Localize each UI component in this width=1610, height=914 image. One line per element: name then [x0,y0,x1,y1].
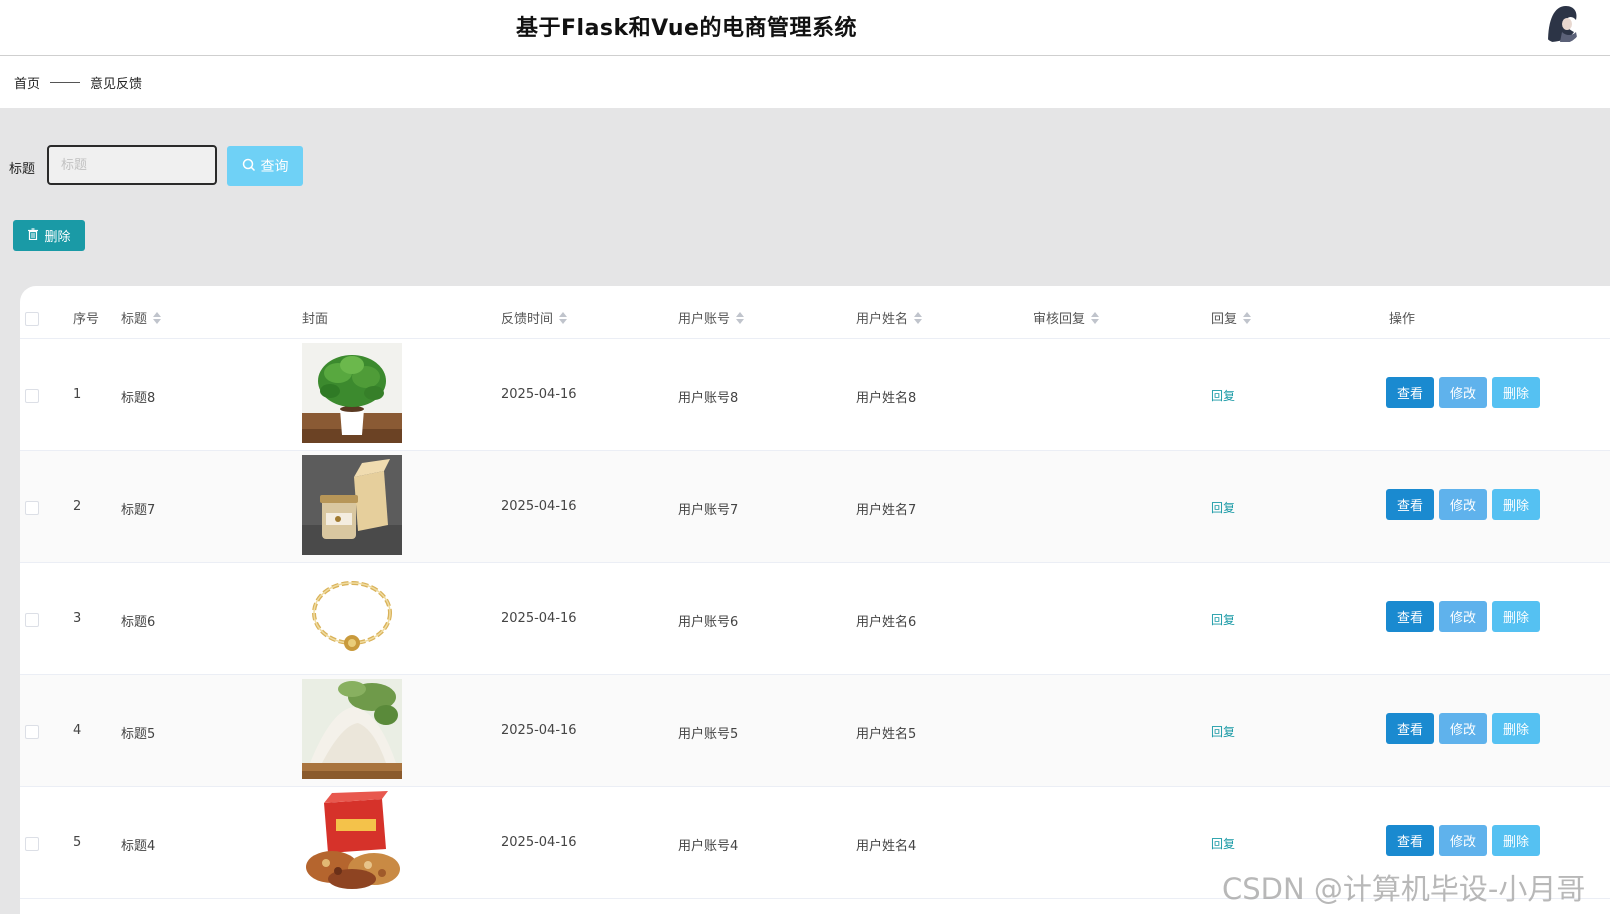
row-time: 2025-04-16 [501,835,577,850]
row-account: 用户账号5 [678,727,739,742]
top-bar: 基于Flask和Vue的电商管理系统 [0,0,1610,56]
delete-button[interactable]: 删除 [1492,601,1540,632]
column-header-index: 序号 [73,312,100,327]
edit-button[interactable]: 修改 [1439,713,1487,744]
row-checkbox[interactable] [25,725,39,739]
batch-delete-label: 删除 [44,230,71,245]
watermark-text: CSDN @计算机毕设-小月哥 [1222,872,1586,906]
table-row: 4 标题5 2025-04-16 用户账号5 用户姓名5 回复 查看 修改 删除 [20,675,1610,787]
row-index: 1 [73,387,82,402]
table-row: 1 标题8 2025-04-16 用户账号8 用户姓名8 回复 查看 修改 删除 [20,339,1610,451]
edit-button[interactable]: 修改 [1439,489,1487,520]
row-checkbox[interactable] [25,837,39,851]
row-time: 2025-04-16 [501,499,577,514]
search-label: 标题 [9,162,36,177]
batch-delete-button[interactable]: 删除 [13,220,85,251]
delete-button[interactable]: 删除 [1492,713,1540,744]
sort-icon[interactable] [153,311,162,324]
sort-icon[interactable] [559,311,568,324]
breadcrumb-current: 意见反馈 [90,76,143,92]
row-title: 标题7 [121,503,156,518]
row-time: 2025-04-16 [501,723,577,738]
table-row: 2 标题7 2025-04-16 用户账号7 用户姓名7 回复 查看 修改 删除 [20,451,1610,563]
app-title: 基于Flask和Vue的电商管理系统 [516,16,857,41]
row-checkbox[interactable] [25,389,39,403]
sort-icon[interactable] [736,311,745,324]
row-checkbox[interactable] [25,501,39,515]
row-name: 用户姓名8 [856,391,917,406]
breadcrumb-home[interactable]: 首页 [14,73,40,92]
column-header-audit-reply[interactable]: 审核回复 [1033,308,1100,327]
search-icon [242,158,256,175]
row-index: 2 [73,499,82,514]
edit-button[interactable]: 修改 [1439,825,1487,856]
view-button[interactable]: 查看 [1386,601,1434,632]
breadcrumb-separator [50,81,81,83]
sort-icon[interactable] [914,311,923,324]
row-checkbox[interactable] [25,613,39,627]
select-all-checkbox[interactable] [25,312,39,326]
row-account: 用户账号8 [678,391,739,406]
row-name: 用户姓名5 [856,727,917,742]
reply-link[interactable]: 回复 [1211,723,1235,740]
row-time: 2025-04-16 [501,611,577,626]
breadcrumb: 首页 意见反馈 [0,56,1610,108]
table-row: 3 标题6 2025-04-16 用户账号6 用户姓名6 回复 查看 修改 删除 [20,563,1610,675]
column-header-cover: 封面 [302,312,329,327]
delete-button[interactable]: 删除 [1492,377,1540,408]
column-header-actions: 操作 [1389,312,1416,327]
user-avatar-icon[interactable] [1540,2,1582,44]
column-header-account[interactable]: 用户账号 [678,308,745,327]
row-index: 4 [73,723,82,738]
query-button[interactable]: 查询 [227,146,303,186]
row-time: 2025-04-16 [501,387,577,402]
sort-icon[interactable] [1243,311,1252,324]
row-title: 标题6 [121,615,156,630]
view-button[interactable]: 查看 [1386,713,1434,744]
row-account: 用户账号4 [678,839,739,854]
cover-image-flour [302,679,402,779]
row-title: 标题5 [121,727,156,742]
column-header-name[interactable]: 用户姓名 [856,308,923,327]
reply-link[interactable]: 回复 [1211,835,1235,852]
column-header-title[interactable]: 标题 [121,308,162,327]
row-name: 用户姓名6 [856,615,917,630]
view-button[interactable]: 查看 [1386,825,1434,856]
reply-link[interactable]: 回复 [1211,387,1235,404]
search-input[interactable] [47,145,217,185]
table-header: 序号 标题 封面 反馈时间 用户账号 用户姓名 审核回复 回复 操作 [20,286,1610,339]
trash-icon [27,227,39,244]
row-account: 用户账号7 [678,503,739,518]
view-button[interactable]: 查看 [1386,377,1434,408]
row-index: 5 [73,835,82,850]
view-button[interactable]: 查看 [1386,489,1434,520]
column-header-time[interactable]: 反馈时间 [501,308,568,327]
delete-button[interactable]: 删除 [1492,825,1540,856]
row-account: 用户账号6 [678,615,739,630]
feedback-table: 序号 标题 封面 反馈时间 用户账号 用户姓名 审核回复 回复 操作 1 标题8 [20,286,1610,914]
row-title: 标题4 [121,839,156,854]
query-button-label: 查询 [260,158,289,174]
row-index: 3 [73,611,82,626]
cover-image-potted-plant [302,343,402,443]
edit-button[interactable]: 修改 [1439,377,1487,408]
cover-image-honey-jar [302,455,402,555]
main-content: 标题 查询 删除 序号 标题 封面 反馈时间 用户账号 用户姓名 审核回复 回复… [0,108,1610,914]
row-name: 用户姓名4 [856,839,917,854]
edit-button[interactable]: 修改 [1439,601,1487,632]
reply-link[interactable]: 回复 [1211,499,1235,516]
cover-image-nuts-gift-box [302,791,402,891]
cover-image-gold-bracelet [302,567,402,667]
delete-button[interactable]: 删除 [1492,489,1540,520]
sort-icon[interactable] [1091,311,1100,324]
row-title: 标题8 [121,391,156,406]
reply-link[interactable]: 回复 [1211,611,1235,628]
row-name: 用户姓名7 [856,503,917,518]
column-header-reply[interactable]: 回复 [1211,308,1252,327]
